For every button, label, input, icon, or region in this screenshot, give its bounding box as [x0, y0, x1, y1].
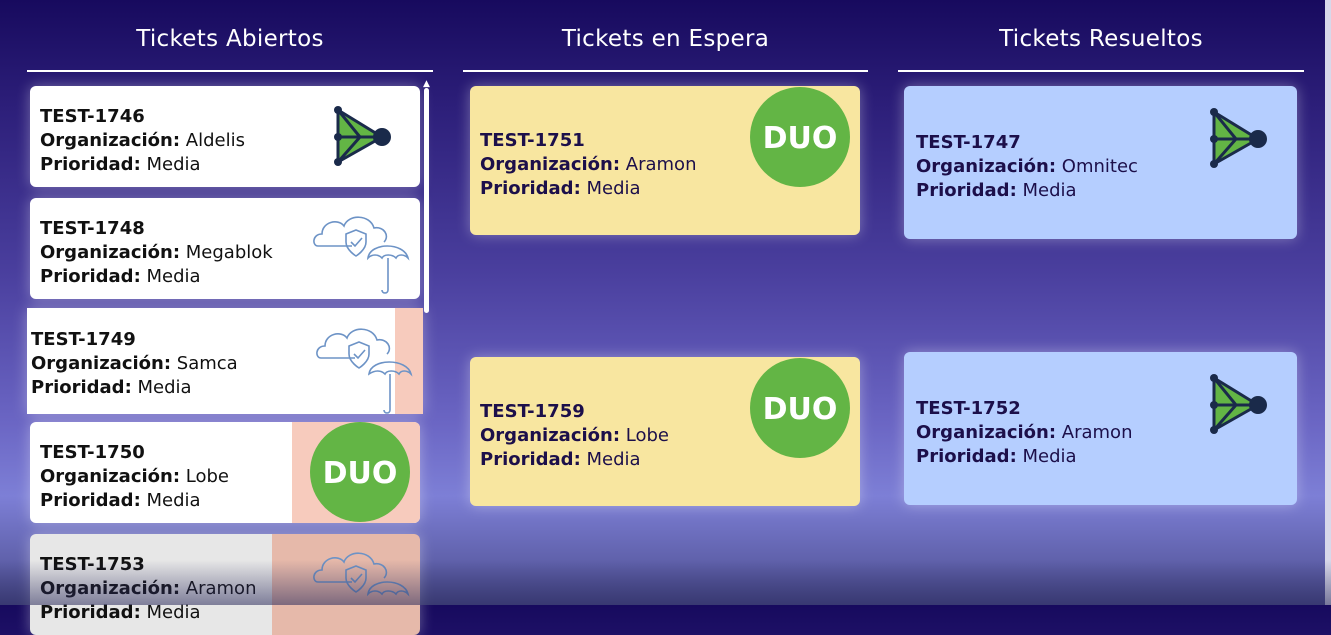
org-label: Organización: — [916, 422, 1057, 443]
column-divider — [898, 70, 1304, 72]
network-play-icon — [1210, 108, 1267, 168]
ticket-card[interactable]: TEST-1749 Organización: Samca Prioridad:… — [27, 308, 423, 414]
priority-label: Prioridad: — [40, 266, 141, 287]
org-label: Organización: — [31, 353, 172, 374]
org-value: Megablok — [185, 242, 273, 263]
ticket-card[interactable]: TEST-1750 Organización: Lobe Prioridad: … — [30, 422, 420, 523]
priority-value: Media — [146, 266, 201, 287]
duo-logo: DUO — [750, 87, 850, 187]
priority-label: Prioridad: — [40, 602, 141, 623]
cloud-shield-umbrella-icon — [316, 328, 413, 414]
org-value: Aldelis — [185, 130, 245, 151]
cloud-shield-umbrella-icon — [313, 216, 410, 294]
org-label: Organización: — [40, 578, 181, 599]
priority-value: Media — [137, 377, 192, 398]
priority-label: Prioridad: — [916, 446, 1017, 467]
ticket-id: TEST-1747 — [916, 132, 1021, 153]
column-title-open: Tickets Abiertos — [136, 26, 324, 52]
priority-label: Prioridad: — [480, 449, 581, 470]
ticket-id: TEST-1753 — [40, 554, 145, 575]
priority-value: Media — [146, 490, 201, 511]
org-value: Lobe — [185, 466, 230, 487]
ticket-id: TEST-1748 — [40, 218, 145, 239]
ticket-id: TEST-1751 — [480, 130, 585, 151]
duo-logo: DUO — [750, 358, 850, 458]
column-title-waiting: Tickets en Espera — [561, 26, 770, 52]
priority-label: Prioridad: — [480, 178, 581, 199]
priority-value: Media — [586, 449, 641, 470]
duo-text: DUO — [763, 121, 838, 156]
priority-label: Prioridad: — [40, 154, 141, 175]
cloud-shield-umbrella-icon — [313, 552, 410, 597]
ticket-card[interactable]: TEST-1759 Organización: Lobe Prioridad: … — [470, 357, 860, 506]
org-value: Aramon — [625, 154, 697, 175]
ticket-card[interactable]: TEST-1746 Organización: Aldelis Priorida… — [30, 86, 420, 187]
column-divider — [27, 70, 433, 72]
priority-label: Prioridad: — [31, 377, 132, 398]
org-value: Lobe — [625, 425, 670, 446]
priority-label: Prioridad: — [916, 180, 1017, 201]
duo-logo: DUO — [310, 422, 410, 522]
priority-label: Prioridad: — [40, 490, 141, 511]
ticket-card[interactable]: TEST-1747 Organización: Omnitec Priorida… — [904, 86, 1297, 239]
org-value: Aramon — [185, 578, 257, 599]
priority-value: Media — [146, 154, 201, 175]
network-play-icon — [1210, 374, 1267, 434]
org-label: Organización: — [480, 154, 621, 175]
scrollbar-thumb[interactable] — [424, 88, 429, 313]
priority-value: Media — [586, 178, 641, 199]
ticket-id: TEST-1752 — [916, 398, 1021, 419]
ticket-id: TEST-1759 — [480, 401, 585, 422]
column-divider — [463, 70, 868, 72]
column-title-resolved: Tickets Resueltos — [999, 26, 1203, 52]
ticket-card[interactable]: TEST-1748 Organización: Megablok Priorid… — [30, 198, 420, 299]
org-label: Organización: — [916, 156, 1057, 177]
ticket-card[interactable]: TEST-1753 Organización: Aramon Prioridad… — [30, 534, 420, 635]
org-label: Organización: — [480, 425, 621, 446]
priority-value: Media — [1022, 446, 1077, 467]
org-value: Aramon — [1061, 422, 1133, 443]
ticket-id: TEST-1749 — [31, 329, 136, 350]
org-label: Organización: — [40, 466, 181, 487]
duo-text: DUO — [763, 392, 838, 427]
page-scrollbar-track[interactable] — [1325, 0, 1331, 605]
priority-value: Media — [1022, 180, 1077, 201]
ticket-card[interactable]: TEST-1751 Organización: Aramon Prioridad… — [470, 86, 860, 235]
org-value: Omnitec — [1061, 156, 1138, 177]
network-play-icon — [334, 106, 391, 166]
org-label: Organización: — [40, 130, 181, 151]
ticket-id: TEST-1750 — [40, 442, 145, 463]
duo-text: DUO — [323, 456, 398, 491]
ticket-card[interactable]: TEST-1752 Organización: Aramon Prioridad… — [904, 352, 1297, 505]
ticket-id: TEST-1746 — [40, 106, 145, 127]
priority-value: Media — [146, 602, 201, 623]
org-value: Samca — [176, 353, 238, 374]
org-label: Organización: — [40, 242, 181, 263]
